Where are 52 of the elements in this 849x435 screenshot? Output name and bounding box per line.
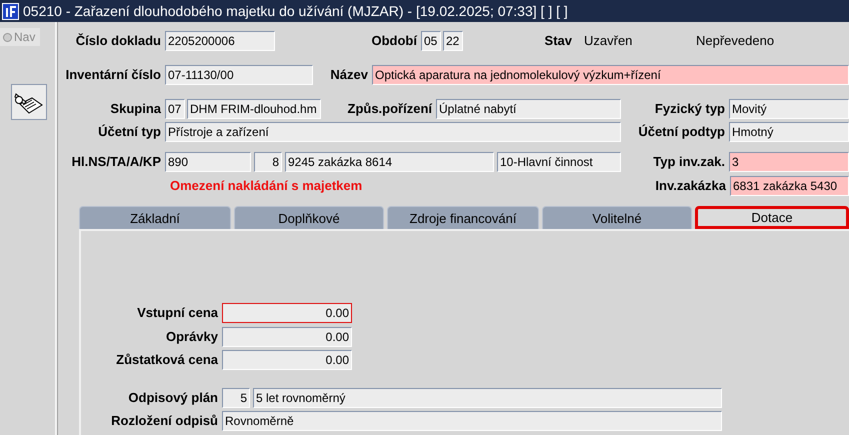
field-label: Rozložení odpisů	[110, 412, 219, 430]
tab[interactable]: Zdroje financování	[387, 206, 539, 229]
field-label: Číslo dokladu	[74, 32, 162, 50]
warning-text: Omezení nakládání s majetkem	[170, 177, 364, 196]
status-text: Uzavřen	[583, 32, 634, 50]
tab[interactable]: Dotace	[695, 206, 849, 229]
input-field[interactable]: Rovnoměrně	[222, 411, 722, 431]
field-label: Název	[329, 66, 369, 84]
input-field[interactable]: 5 let rovnoměrný	[253, 388, 722, 408]
input-field[interactable]: Movitý	[729, 99, 849, 119]
field-label: Inventární číslo	[65, 66, 162, 84]
field-label: Účetní podtyp	[637, 123, 726, 142]
input-field[interactable]: 8	[254, 152, 282, 172]
field-label: Oprávky	[164, 328, 219, 346]
input-field[interactable]: 890	[165, 152, 251, 172]
input-field[interactable]: 22	[443, 31, 463, 51]
input-field[interactable]: Optická aparatura na jednomolekulový výzkum+řízení	[372, 65, 849, 85]
field-label: Fyzický typ	[654, 100, 726, 118]
input-field[interactable]: 07	[165, 99, 185, 119]
field-label: Skupina	[109, 100, 162, 118]
input-field[interactable]: 0.00	[222, 303, 352, 323]
field-label: Způs.pořízení	[346, 100, 434, 118]
field-label: Období	[370, 32, 418, 50]
field-label: Hl.NS/TA/A/KP	[70, 153, 162, 172]
app-logo-icon	[2, 2, 19, 20]
tab[interactable]: Doplňkové	[234, 206, 384, 229]
field-label: Inv.zakázka	[654, 177, 727, 196]
input-field[interactable]: 3	[729, 152, 849, 172]
input-field[interactable]: 05	[421, 31, 441, 51]
input-field[interactable]: 07-11130/00	[165, 65, 313, 85]
field-label: Odpisový plán	[127, 389, 219, 408]
tab[interactable]: Volitelné	[542, 206, 692, 229]
tab[interactable]: Základní	[79, 206, 231, 229]
input-field[interactable]: 9245 zakázka 8614	[285, 152, 494, 172]
field-label: Typ inv.zak.	[652, 153, 726, 172]
field-label: Stav	[544, 32, 573, 50]
input-field[interactable]: 5	[222, 388, 250, 408]
input-field[interactable]: 10-Hlavní činnost	[497, 152, 621, 172]
input-field[interactable]: Hmotný	[729, 122, 849, 142]
input-field[interactable]: Přístroje a zařízení	[165, 122, 621, 142]
input-field[interactable]: 0.00	[222, 327, 352, 347]
input-field[interactable]: Úplatné nabytí	[436, 99, 621, 119]
input-field[interactable]: 2205200006	[165, 31, 275, 51]
status-text: Nepřevedeno	[696, 32, 774, 50]
window-title: 05210 - Zařazení dlouhodobého majetku do užívání (MJZAR) - [19.02.2025; 07:33] [ ] [ ]	[23, 2, 568, 21]
field-label: Účetní typ	[97, 123, 162, 142]
input-field[interactable]: 0.00	[222, 350, 352, 370]
input-field[interactable]: 6831 zakázka 5430	[730, 176, 849, 196]
input-field[interactable]: DHM FRIM-dlouhod.hm	[187, 99, 321, 119]
field-label: Zůstatková cena	[115, 351, 219, 370]
field-label: Vstupní cena	[136, 304, 219, 322]
edit-button[interactable]	[11, 84, 47, 120]
